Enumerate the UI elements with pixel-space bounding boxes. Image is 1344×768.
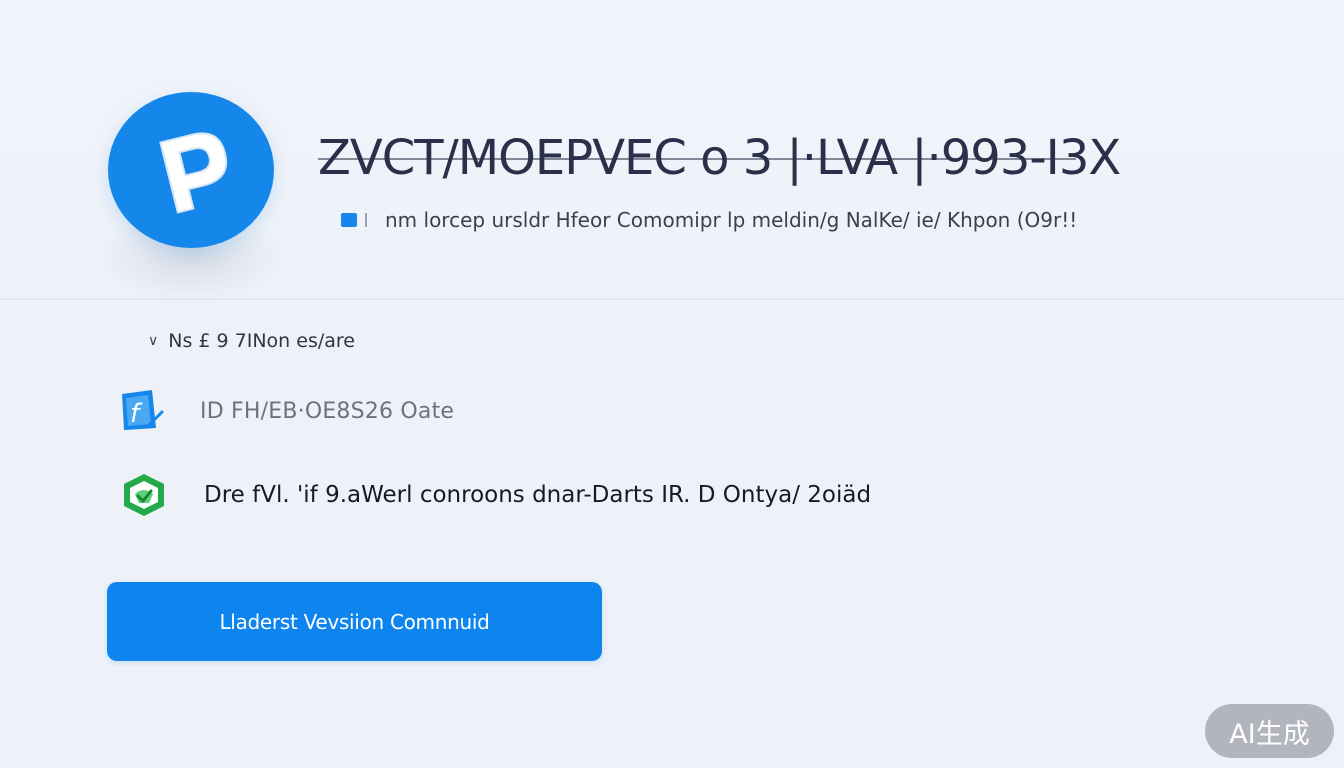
chevron-down-icon[interactable]: ∨ [148,333,158,349]
section-header[interactable]: ∨ Ns £ 9 7INon es/are [148,330,355,352]
ai-generated-badge: AI生成 [1205,704,1334,758]
app-logo-icon [108,92,274,248]
list-item[interactable]: f ID FH/EB·OE8S26 Oate [118,388,454,434]
primary-action-button[interactable]: Lladerst Vevsiion Comnnuid [107,582,602,661]
divider [365,213,367,227]
section-label: Ns £ 9 7INon es/are [168,330,355,352]
shield-check-icon [118,472,170,518]
app-f-icon: f [118,388,170,434]
app-header: ZVCT/MOEPVEC o 3 |·LVA |·993-I3X nm lorc… [0,0,1344,302]
list-item[interactable]: Dre fVl. 'if 9.aWerl conroons dnar-Darts… [118,472,871,518]
title-strike-line [318,158,1076,160]
row-label: Dre fVl. 'if 9.aWerl conroons dnar-Darts… [204,482,872,508]
subtitle-row: nm lorcep ursldr Hfeor Comomipr lp meldi… [341,208,1077,232]
page-subtitle: nm lorcep ursldr Hfeor Comomipr lp meldi… [385,208,1078,232]
row-label: ID FH/EB·OE8S26 Oate [200,398,455,424]
blue-square-icon [341,213,357,227]
